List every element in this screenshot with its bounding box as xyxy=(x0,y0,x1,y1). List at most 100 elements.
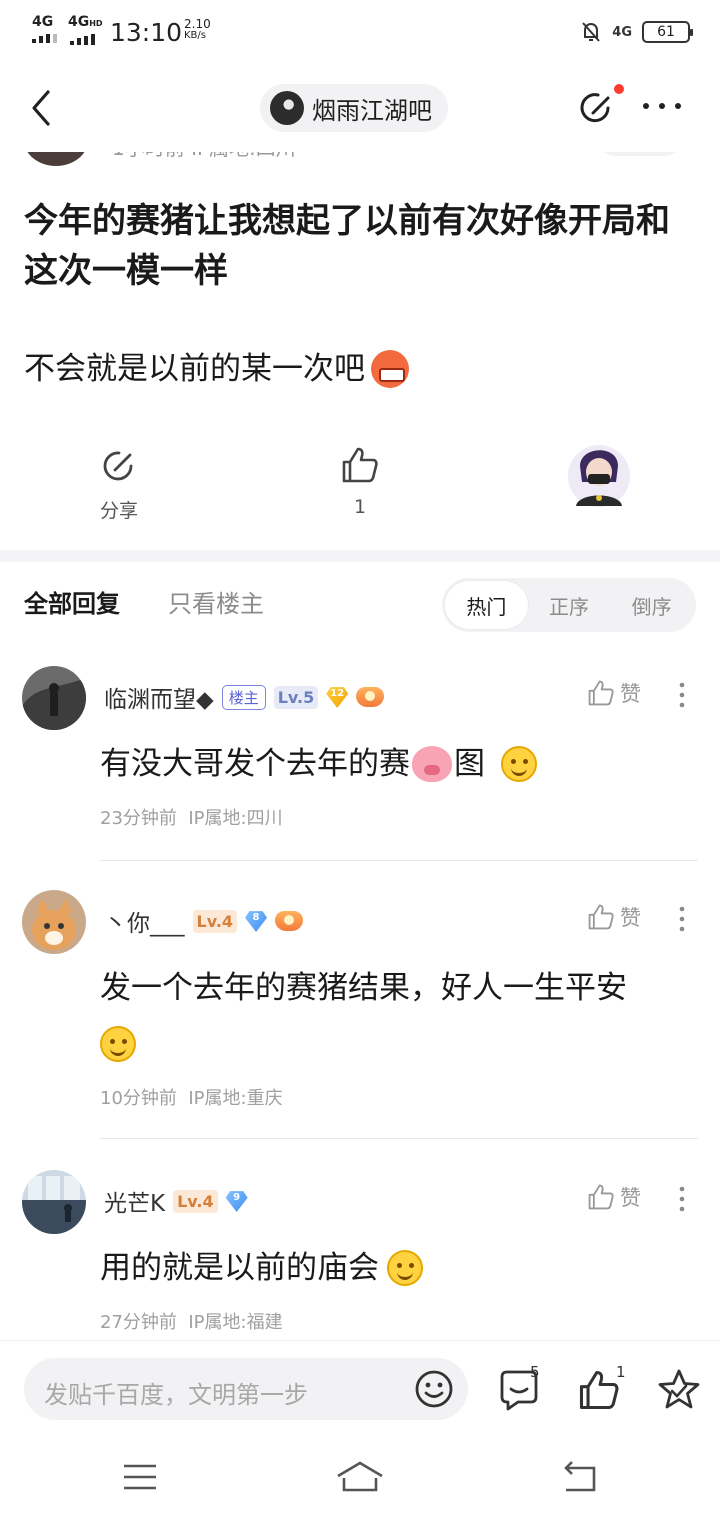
like-label: 赞 xyxy=(620,906,641,930)
post-title: 今年的赛猪让我想起了以前有次好像开局和这次一模一样 xyxy=(24,201,670,291)
network-type-1: 4G xyxy=(32,14,54,30)
network-type-2-label: 4G xyxy=(68,14,90,30)
network-speed-value: 2.10 xyxy=(184,17,211,31)
notification-dot xyxy=(614,84,624,94)
signal-bars-2-icon xyxy=(70,34,95,45)
menu-icon[interactable] xyxy=(120,1460,160,1494)
reply-meta: 23分钟前 IP属地:四川 xyxy=(100,804,283,830)
grin-emoji-icon xyxy=(501,746,537,782)
reply-header: 临渊而望◆ 楼主 Lv.5 12 xyxy=(104,680,385,714)
blue-gem-icon: 9 xyxy=(225,1191,248,1212)
reply-time: 27分钟前 xyxy=(100,1312,177,1333)
sort-toggle: 热门 正序 倒序 xyxy=(442,578,696,632)
more-vertical-icon[interactable] xyxy=(672,680,692,710)
reply-text-body: 发一个去年的赛猪结果，好人一生平安 xyxy=(100,970,627,1006)
more-vertical-icon[interactable] xyxy=(672,1184,692,1214)
more-icon[interactable] xyxy=(640,94,684,118)
user-avatar[interactable] xyxy=(22,1170,86,1234)
reader-avatar[interactable] xyxy=(568,436,630,512)
reply-like-button[interactable]: 赞 xyxy=(586,678,641,708)
gem-number: 12 xyxy=(330,688,345,699)
section-divider xyxy=(0,550,720,562)
network-speed-unit: KB/s xyxy=(184,30,206,41)
tab-op-only[interactable]: 只看楼主 xyxy=(168,584,264,619)
thumbs-up-icon xyxy=(588,1184,614,1210)
sort-descending[interactable]: 倒序 xyxy=(610,581,693,629)
user-avatar[interactable] xyxy=(22,666,86,730)
username[interactable]: 光芒K xyxy=(104,1184,165,1218)
gamepad-icon xyxy=(275,911,304,931)
post-like-count: 1 xyxy=(353,496,367,518)
forum-avatar xyxy=(270,91,304,125)
thumbs-up-icon xyxy=(588,680,614,706)
forum-name: 烟雨江湖吧 xyxy=(312,96,432,125)
status-bar: 4G 4GHD 13:10 2.10 KB/s 4G 61 xyxy=(0,0,720,64)
emoji-icon[interactable] xyxy=(412,1367,456,1411)
clock: 13:10 xyxy=(110,18,183,47)
reply-text: 发一个去年的赛猪结果，好人一生平安 xyxy=(100,962,700,1068)
share-action[interactable]: 分享 xyxy=(96,446,142,523)
happy-emoji-icon xyxy=(387,1250,423,1286)
reply-text-body: 用的就是以前的庙会 xyxy=(100,1250,379,1286)
sort-hot[interactable]: 热门 xyxy=(445,581,528,629)
user-avatar[interactable] xyxy=(22,890,86,954)
level-badge: Lv.4 xyxy=(192,909,238,933)
network-speed: 2.10 KB/s xyxy=(184,18,211,42)
reply-like-button[interactable]: 赞 xyxy=(586,1182,641,1212)
top-nav: 烟雨江湖吧 xyxy=(0,64,720,152)
status-right: 4G 61 xyxy=(580,20,693,44)
like-label: 赞 xyxy=(620,682,641,706)
reply-text-part1: 有没大哥发个去年的赛 xyxy=(100,746,410,782)
reply-header: 光芒K Lv.4 9 xyxy=(104,1184,248,1218)
reply-ip: IP属地:重庆 xyxy=(188,1088,283,1109)
smile-emoji-icon xyxy=(100,1025,136,1062)
home-icon[interactable] xyxy=(336,1460,384,1494)
op-badge: 楼主 xyxy=(221,684,266,710)
gem-number: 9 xyxy=(233,1192,241,1203)
network-hd-label: HD xyxy=(89,19,103,28)
share-icon xyxy=(103,451,133,481)
thumbs-up-icon xyxy=(588,904,614,930)
like-count: 1 xyxy=(616,1363,626,1381)
level-badge: Lv.4 xyxy=(173,1189,218,1213)
reply-meta: 27分钟前 IP属地:福建 xyxy=(100,1308,283,1334)
battery-icon: 61 xyxy=(642,21,693,43)
like-label: 赞 xyxy=(620,1186,641,1210)
star-icon[interactable] xyxy=(656,1367,702,1413)
comment-input[interactable]: 发贴千百度，文明第一步 xyxy=(24,1358,468,1420)
reply-ip: IP属地:四川 xyxy=(188,808,283,829)
edit-icon[interactable] xyxy=(578,88,618,128)
reply-text: 用的就是以前的庙会 xyxy=(100,1242,700,1294)
gold-gem-icon: 12 xyxy=(326,687,349,708)
comment-count: 5 xyxy=(530,1363,540,1381)
thumbs-up-icon xyxy=(342,447,378,483)
reply-like-button[interactable]: 赞 xyxy=(586,902,641,932)
angry-emoji-icon xyxy=(371,350,409,388)
network-type-2: 4GHD xyxy=(68,14,103,30)
reply-time: 10分钟前 xyxy=(100,1088,177,1109)
blue-gem-icon: 8 xyxy=(245,911,268,932)
username[interactable]: 丶你___ xyxy=(104,904,185,938)
gem-number: 8 xyxy=(252,912,260,923)
sort-ascending[interactable]: 正序 xyxy=(528,581,611,629)
back-arrow-icon[interactable] xyxy=(24,86,64,130)
reply-time: 23分钟前 xyxy=(100,808,177,829)
reply-text-part2: 图 xyxy=(454,746,485,782)
reply-header: 丶你___ Lv.4 8 xyxy=(104,904,304,938)
bell-muted-icon xyxy=(582,22,601,42)
battery-level: 61 xyxy=(657,24,675,40)
system-nav xyxy=(0,1436,720,1520)
more-vertical-icon[interactable] xyxy=(672,904,692,934)
tab-all-replies[interactable]: 全部回复 xyxy=(24,584,120,619)
comment-bar: 发贴千百度，文明第一步 5 1 xyxy=(0,1340,720,1436)
signal-bars-1-icon xyxy=(32,34,57,43)
post-body: 不会就是以前的某一次吧 xyxy=(24,346,409,392)
comment-placeholder: 发贴千百度，文明第一步 xyxy=(44,1381,308,1409)
reply-meta: 10分钟前 IP属地:重庆 xyxy=(100,1084,283,1110)
username[interactable]: 临渊而望◆ xyxy=(104,680,214,714)
gamepad-icon xyxy=(356,687,385,707)
reply-divider xyxy=(100,1138,698,1139)
return-icon[interactable] xyxy=(560,1460,600,1494)
post-like-action[interactable]: 1 xyxy=(338,444,382,518)
forum-pill[interactable]: 烟雨江湖吧 xyxy=(260,84,448,132)
